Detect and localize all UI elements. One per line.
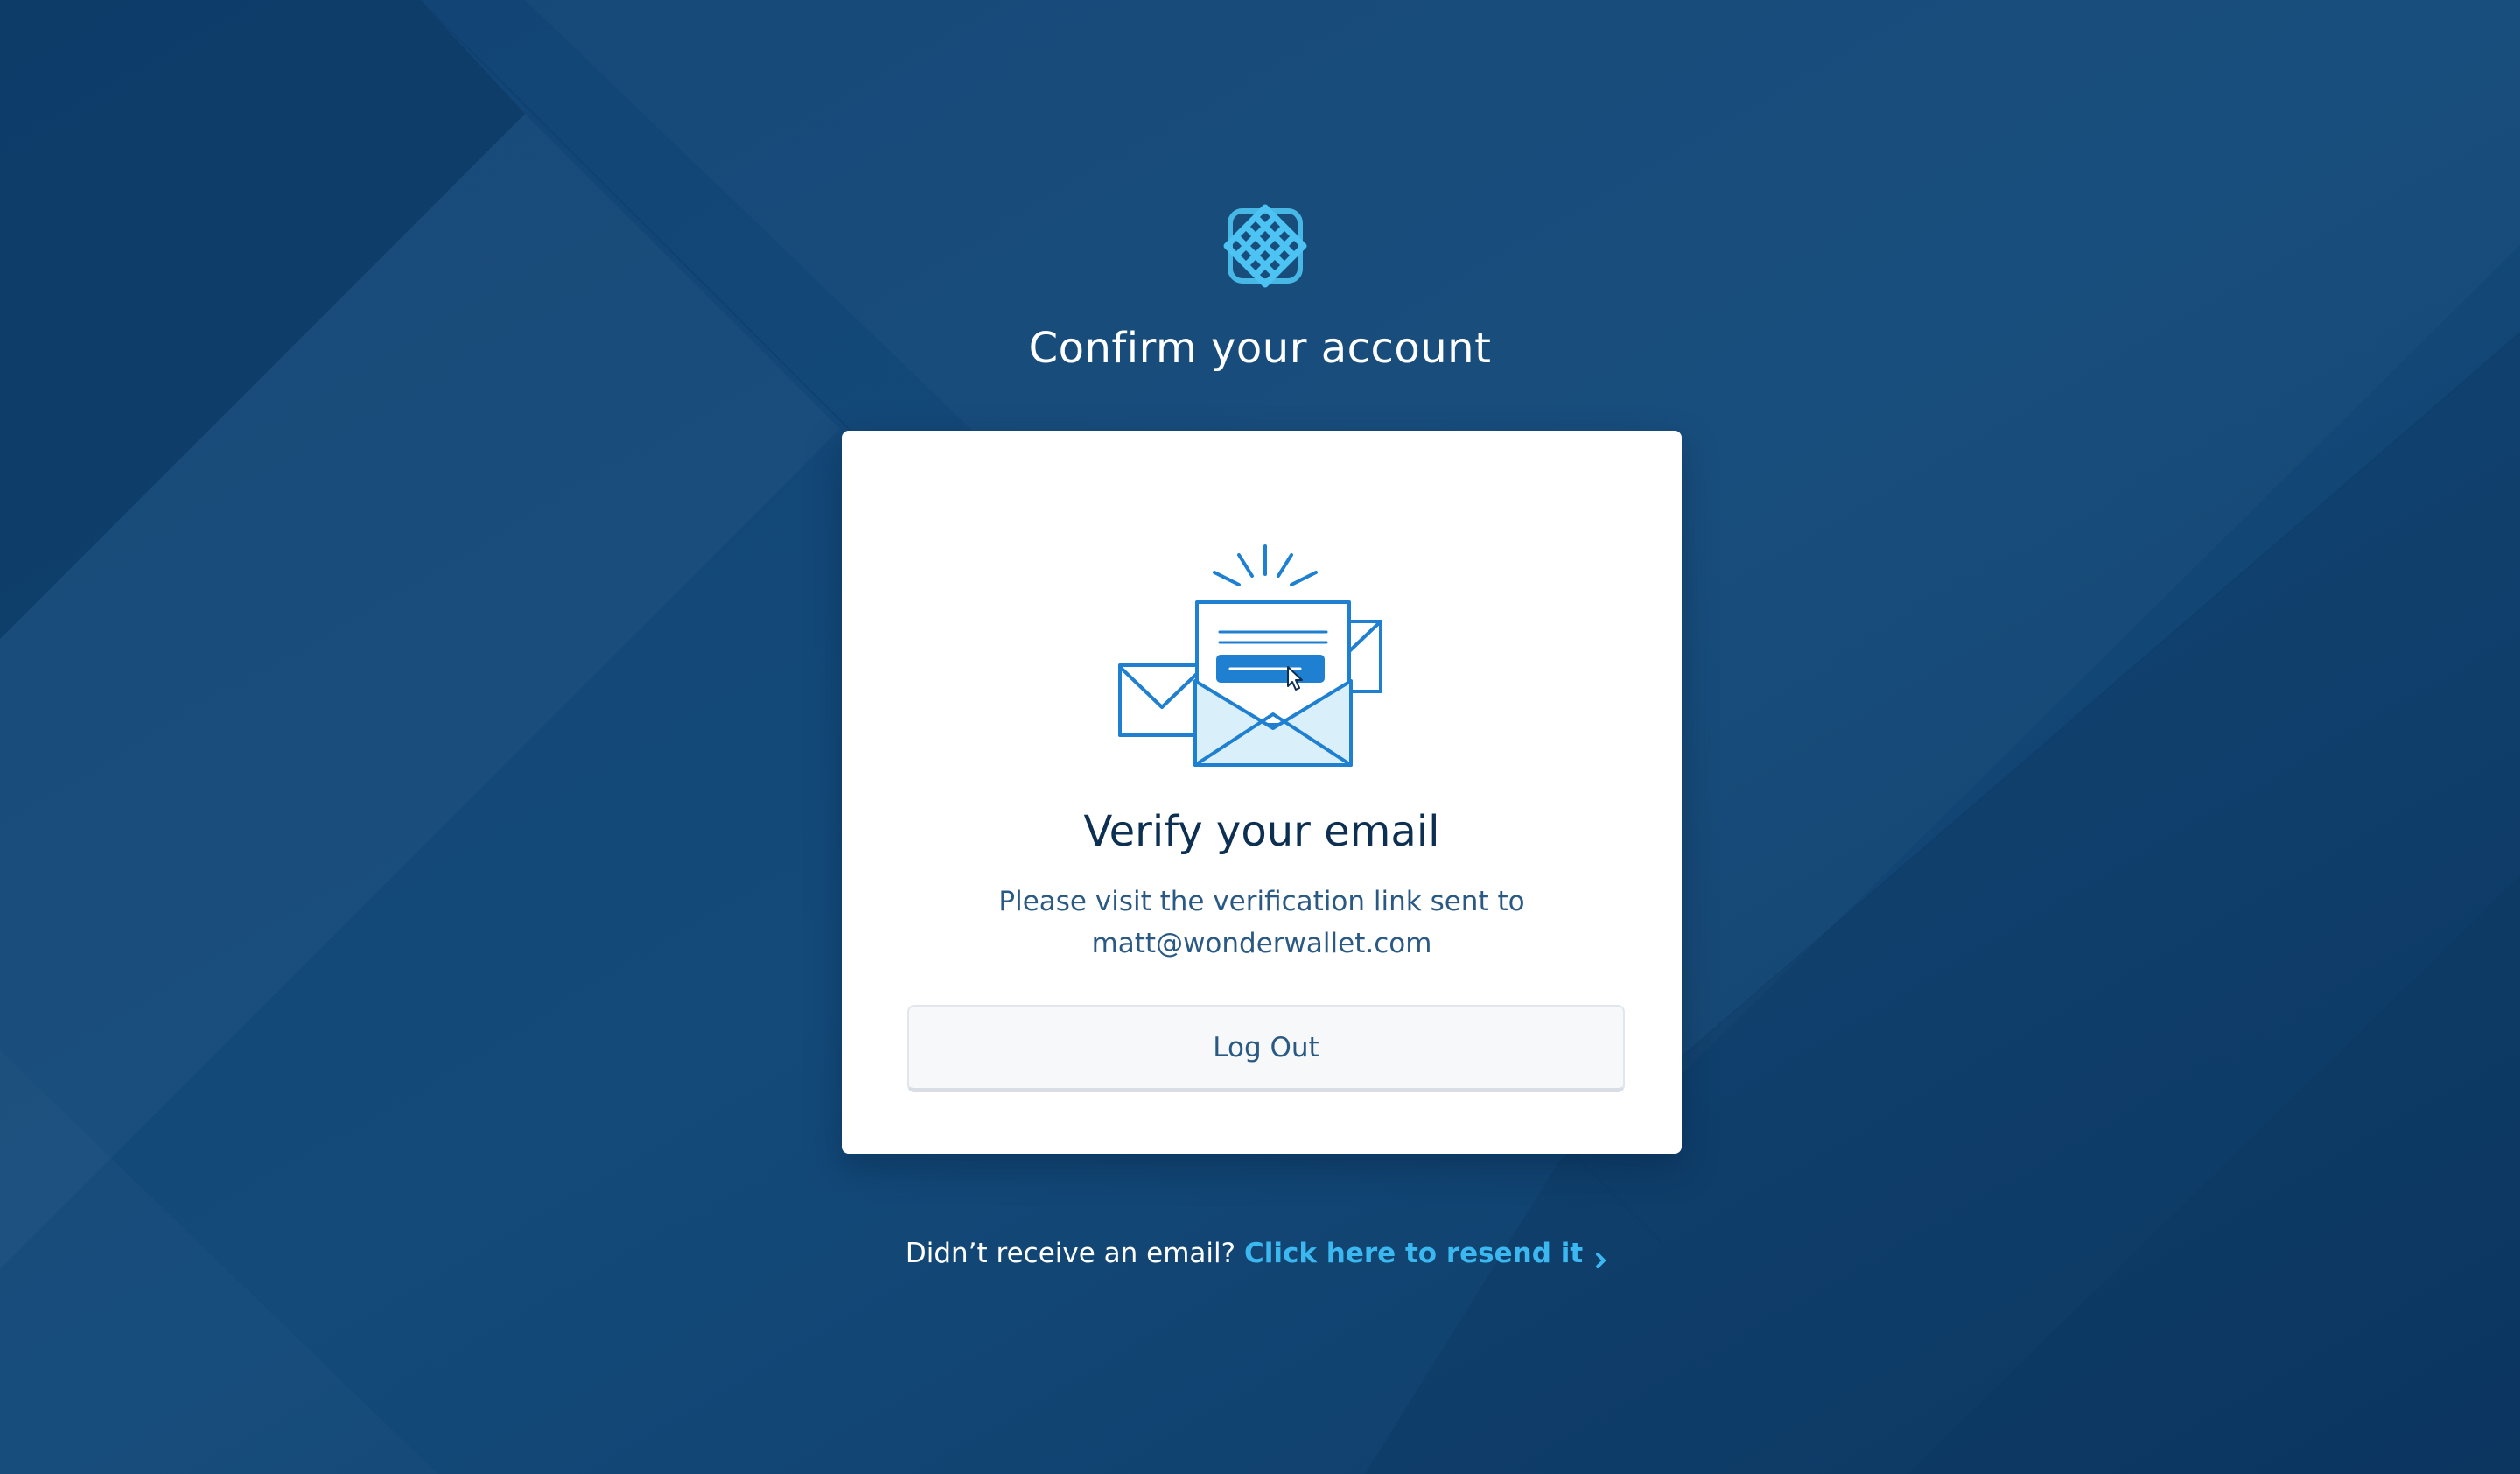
card-title: Verify your email bbox=[1083, 807, 1440, 856]
email-envelopes-icon bbox=[1116, 544, 1414, 772]
page-title: Confirm your account bbox=[1028, 324, 1492, 373]
lattice-logo-icon bbox=[1223, 204, 1307, 288]
verification-message: Please visit the verification link sent … bbox=[842, 881, 1682, 965]
resend-link[interactable]: Click here to resend it bbox=[1244, 1238, 1614, 1269]
logout-button[interactable]: Log Out bbox=[907, 1005, 1625, 1092]
verification-email: matt@wonderwallet.com bbox=[1091, 928, 1432, 959]
chevron-right-icon[interactable] bbox=[1588, 1242, 1614, 1268]
resend-link-label[interactable]: Click here to resend it bbox=[1244, 1238, 1583, 1269]
resend-footer: Didn’t receive an email? Click here to r… bbox=[0, 1232, 2520, 1274]
resend-prompt: Didn’t receive an email? bbox=[905, 1238, 1236, 1269]
verify-card: Verify your email Please visit the verif… bbox=[842, 431, 1682, 1154]
verification-message-line: Please visit the verification link sent … bbox=[998, 886, 1525, 917]
